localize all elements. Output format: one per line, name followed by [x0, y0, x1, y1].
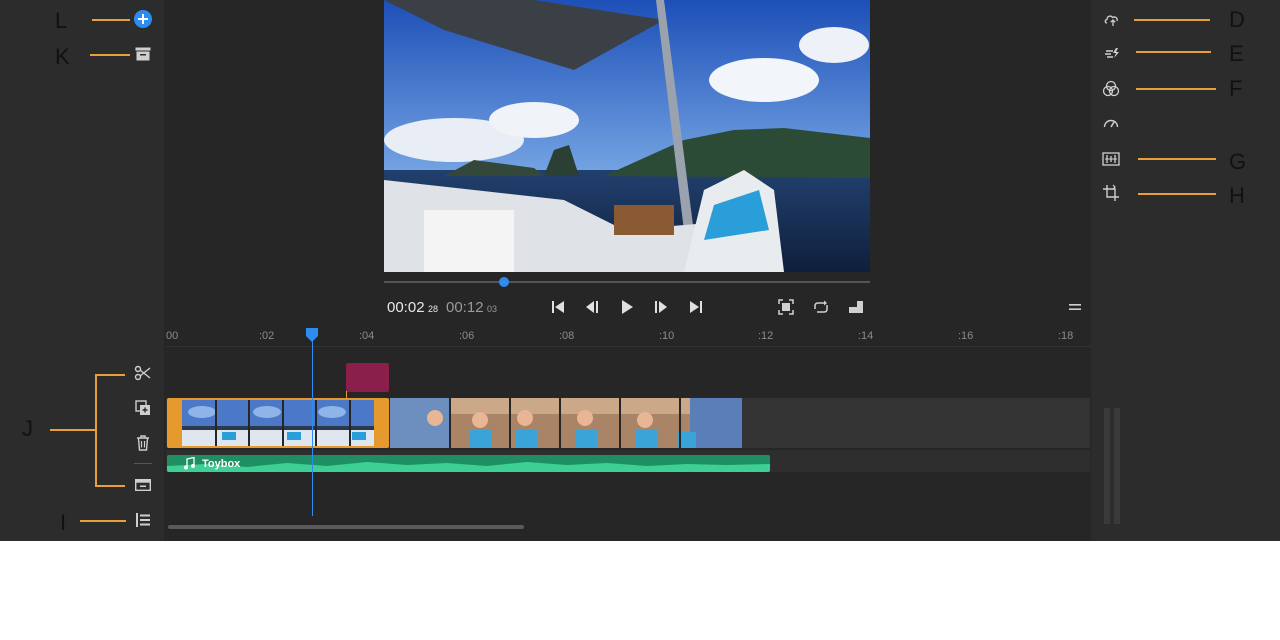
toolbar-divider [134, 463, 152, 464]
callout-label-k: K [55, 44, 70, 69]
previous-frame-icon[interactable] [583, 298, 601, 316]
ruler-tick: :08 [559, 330, 575, 342]
callout-line-l [92, 19, 130, 21]
callout-bracket-j-bottom [95, 485, 125, 487]
crop-icon[interactable] [1102, 184, 1120, 202]
ruler-tick: :18 [1058, 330, 1074, 342]
callout-line-h [1138, 193, 1216, 195]
ruler-tick: :04 [359, 330, 375, 342]
callout-line-e [1136, 51, 1211, 53]
duplicate-icon[interactable] [134, 399, 152, 417]
skip-to-start-icon[interactable] [549, 298, 567, 316]
audio-meter-right [1114, 408, 1120, 524]
track-list-icon[interactable] [134, 511, 152, 529]
trash-icon[interactable] [134, 434, 152, 452]
callout-label-j: J [22, 416, 33, 441]
playhead-handle[interactable] [305, 327, 319, 348]
color-icon[interactable] [1102, 80, 1120, 98]
ruler-tick: 00 [166, 330, 179, 342]
callout-label-i: I [60, 510, 67, 535]
ruler-tick: :12 [758, 330, 774, 342]
callout-label-l: L [55, 8, 68, 33]
ruler-tick: :06 [459, 330, 475, 342]
total-duration-frames: 03 [487, 304, 498, 314]
callout-line-k [90, 54, 130, 56]
speed-icon[interactable] [1102, 114, 1120, 132]
callout-label-g: G [1229, 149, 1247, 174]
video-preview[interactable] [384, 0, 870, 272]
preview-scrubber[interactable] [384, 281, 870, 283]
add-media-icon[interactable] [134, 10, 152, 28]
archive-icon[interactable] [134, 45, 152, 63]
audio-adjust-icon[interactable] [1102, 150, 1120, 168]
current-time-frames: 28 [428, 304, 439, 314]
callout-bracket-j-top [95, 374, 125, 376]
ruler-tick: :02 [259, 330, 275, 342]
audio-clip[interactable] [167, 455, 770, 472]
callout-label-h: H [1229, 183, 1245, 208]
audio-clip-label: Toybox [202, 458, 241, 470]
callout-line-j [50, 429, 96, 431]
fit-screen-icon[interactable] [777, 298, 795, 316]
transition-icon[interactable] [1103, 44, 1121, 62]
timeline-marker-stem [346, 391, 347, 398]
callout-line-g [1138, 158, 1216, 160]
callout-bracket-j [95, 374, 97, 486]
left-toolbar [0, 0, 164, 541]
video-clip-thumbnails [182, 400, 374, 446]
panel-menu-icon[interactable] [1066, 298, 1084, 316]
ruler-tick: :14 [858, 330, 874, 342]
current-time: 00:02 [387, 299, 425, 316]
play-icon[interactable] [618, 298, 636, 316]
timeline-marker[interactable] [346, 363, 389, 392]
detach-audio-icon[interactable] [134, 476, 152, 494]
aspect-ratio-icon[interactable] [847, 298, 865, 316]
callout-label-d: D [1229, 7, 1245, 32]
callout-label-e: E [1229, 41, 1244, 66]
next-frame-icon[interactable] [652, 298, 670, 316]
total-duration: 00:12 [446, 299, 484, 316]
split-icon[interactable] [134, 364, 152, 382]
playhead-line [312, 340, 313, 516]
music-note-icon [182, 456, 196, 470]
skip-to-end-icon[interactable] [687, 298, 705, 316]
ruler-tick: :10 [659, 330, 675, 342]
ruler-tick: :16 [958, 330, 974, 342]
loop-icon[interactable] [812, 298, 830, 316]
callout-line-f [1136, 88, 1216, 90]
callout-line-i [80, 520, 126, 522]
callout-line-d [1134, 19, 1210, 21]
adjust-icon[interactable] [1103, 10, 1121, 28]
video-clip[interactable] [390, 398, 742, 448]
callout-label-f: F [1229, 76, 1243, 101]
timeline-scrollbar[interactable] [168, 525, 524, 529]
preview-scrubber-knob[interactable] [499, 277, 509, 287]
audio-meter-left [1104, 408, 1110, 524]
